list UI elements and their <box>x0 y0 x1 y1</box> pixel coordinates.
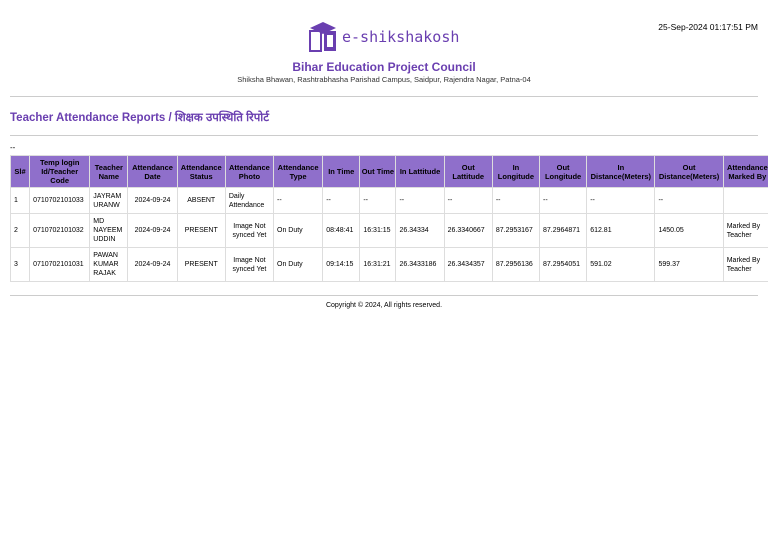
table-cell: Image Not synced Yet <box>224 213 275 248</box>
table-row: 3 0710702101031 PAWAN KUMAR RAJAK 2024-09-2… <box>9 247 768 282</box>
filter-text: -- <box>10 143 16 152</box>
org-address: Shiksha Bhawan, Rashtrabhasha Parishad C… <box>237 75 531 84</box>
column-header: Sl# <box>9 155 31 188</box>
column-header: Attendance Type <box>272 155 324 188</box>
table-cell: PRESENT <box>176 247 226 282</box>
table-cell: JAYRAM URANW <box>89 187 129 214</box>
column-header: Out Longitude <box>539 155 588 188</box>
table-cell: 26.3340667 <box>443 213 493 248</box>
table-cell: 26.3433186 <box>395 247 445 282</box>
page-title: Teacher Attendance Reports / शिक्षक उपस्… <box>10 112 270 124</box>
column-header: Attendance Photo <box>224 155 275 188</box>
attendance-table: Sl# Temp login Id/Teacher Code Teacher Nam… <box>9 155 768 282</box>
table-header-row: Sl# Temp login Id/Teacher Code Teacher Nam… <box>9 155 768 188</box>
divider <box>10 96 758 97</box>
table-cell: 16:31:15 <box>359 213 397 248</box>
table-cell <box>722 187 768 214</box>
table-cell: 26.3434357 <box>443 247 493 282</box>
table-cell: -- <box>654 187 724 214</box>
table-cell: 87.2964871 <box>539 213 588 248</box>
table-cell: Marked By Teacher <box>722 213 768 248</box>
column-header: In Lattitude <box>395 155 445 188</box>
table-cell: 2 <box>9 213 31 248</box>
copyright: Copyright © 2024, All rights reserved. <box>325 302 443 309</box>
table-cell: 591.02 <box>586 247 656 282</box>
table-cell: 87.2956136 <box>491 247 541 282</box>
table-cell: 599.37 <box>654 247 724 282</box>
table-cell: -- <box>359 187 397 214</box>
table-cell: Image Not synced Yet <box>224 247 275 282</box>
table-cell: Daily Attendance <box>224 187 275 214</box>
table-cell: 2024-09-24 <box>127 187 178 214</box>
table-cell: 09:14:15 <box>322 247 361 282</box>
column-header: Attendance Marked By <box>722 155 768 188</box>
column-header: In Longitude <box>491 155 541 188</box>
table-cell: -- <box>443 187 493 214</box>
logo: e-shikshakosh <box>306 20 459 54</box>
table-cell: 3 <box>9 247 31 282</box>
table-cell: MD NAYEEM UDDIN <box>89 213 129 248</box>
table-cell: 87.2954051 <box>539 247 588 282</box>
table-cell: 2024-09-24 <box>127 213 178 248</box>
table-cell: 1 <box>9 187 31 214</box>
table-cell: 0710702101033 <box>29 187 91 214</box>
table-cell: PAWAN KUMAR RAJAK <box>89 247 129 282</box>
table-cell: Marked By Teacher <box>722 247 768 282</box>
column-header: Attendance Status <box>176 155 226 188</box>
table-cell: 1450.05 <box>654 213 724 248</box>
table-cell: 612.81 <box>586 213 656 248</box>
table-row: 1 0710702101033 JAYRAM URANW 2024-09-24 ABSE… <box>9 187 768 214</box>
table-cell: 87.2953167 <box>491 213 541 248</box>
report-timestamp: 25-Sep-2024 01:17:51 PM <box>658 22 758 32</box>
table-cell: -- <box>322 187 361 214</box>
divider <box>10 135 758 136</box>
column-header: Out Distance(Meters) <box>654 155 724 188</box>
table-cell: PRESENT <box>176 213 226 248</box>
column-header: In Time <box>322 155 361 188</box>
table-cell: -- <box>272 187 324 214</box>
table-cell: 16:31:21 <box>359 247 397 282</box>
column-header: In Distance(Meters) <box>586 155 656 188</box>
table-cell: -- <box>539 187 588 214</box>
table-cell: -- <box>586 187 656 214</box>
table-cell: -- <box>491 187 541 214</box>
table-cell: ABSENT <box>176 187 226 214</box>
column-header: Out Time <box>359 155 397 188</box>
table-cell: On Duty <box>272 247 324 282</box>
column-header: Attendance Date <box>127 155 178 188</box>
table-row: 2 0710702101032 MD NAYEEM UDDIN 2024-09-24 P… <box>9 213 768 248</box>
table-cell: 0710702101031 <box>29 247 91 282</box>
column-header: Teacher Name <box>89 155 129 188</box>
books-logo-icon <box>309 22 336 52</box>
column-header: Out Lattitude <box>443 155 493 188</box>
column-header: Temp login Id/Teacher Code <box>29 155 91 188</box>
table-cell: On Duty <box>272 213 324 248</box>
org-name: Bihar Education Project Council <box>292 60 476 74</box>
table-cell: 26.34334 <box>395 213 445 248</box>
logo-text: e-shikshakosh <box>342 28 460 46</box>
table-cell: 2024-09-24 <box>127 247 178 282</box>
table-cell: 0710702101032 <box>29 213 91 248</box>
table-cell: -- <box>395 187 445 214</box>
divider <box>10 295 758 296</box>
table-cell: 08:48:41 <box>322 213 361 248</box>
